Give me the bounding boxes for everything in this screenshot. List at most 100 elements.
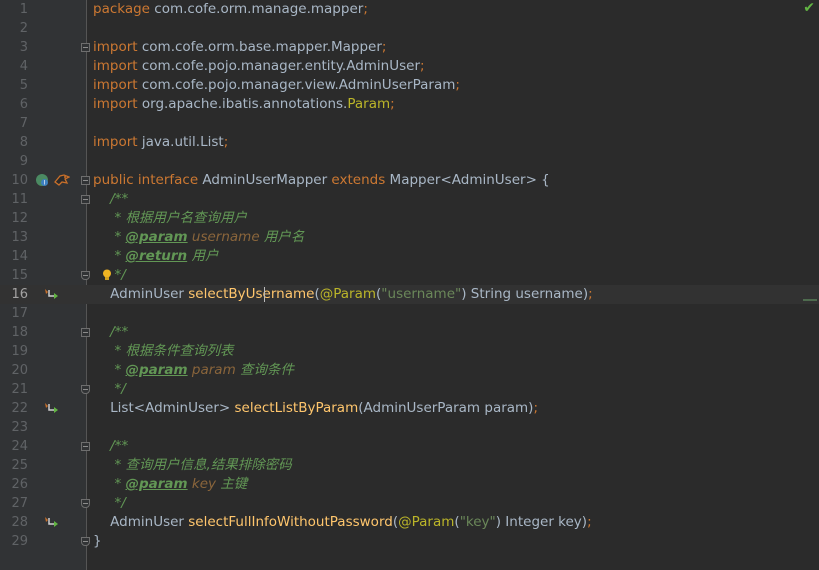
code-text[interactable]: /** <box>93 437 128 456</box>
code-editor[interactable]: 1 package com.cofe.orm.manage.mapper; 2 3 im… <box>0 0 819 570</box>
line-number[interactable]: 28 <box>0 513 28 532</box>
line-number[interactable]: 17 <box>0 304 28 323</box>
code-line[interactable]: 20 * @param param 查询条件 <box>0 361 819 380</box>
code-token: key <box>187 476 217 492</box>
code-line[interactable]: 4 import com.cofe.pojo.manager.entity.Adm… <box>0 57 819 76</box>
line-number[interactable]: 6 <box>0 95 28 114</box>
code-line[interactable]: 1 package com.cofe.orm.manage.mapper; <box>0 0 819 19</box>
code-token: /** <box>93 324 129 340</box>
code-text[interactable]: import com.cofe.pojo.manager.view.AdminU… <box>93 76 460 95</box>
code-token: import <box>93 96 138 112</box>
fold-end-marker[interactable] <box>81 271 90 280</box>
line-number[interactable]: 8 <box>0 133 28 152</box>
code-text[interactable]: * 根据用户名查询用户 <box>93 209 247 228</box>
code-line[interactable]: 18 /** <box>0 323 819 342</box>
check-icon[interactable]: ✔ <box>803 0 815 16</box>
code-text[interactable]: import com.cofe.pojo.manager.entity.Admi… <box>93 57 425 76</box>
line-number[interactable]: 16 <box>0 285 28 304</box>
code-text[interactable]: /** <box>93 323 128 342</box>
line-number[interactable]: 11 <box>0 190 28 209</box>
line-number[interactable]: 22 <box>0 399 28 418</box>
line-number[interactable]: 23 <box>0 418 28 437</box>
fold-marker[interactable] <box>81 43 90 52</box>
line-number[interactable]: 19 <box>0 342 28 361</box>
fold-marker[interactable] <box>81 328 90 337</box>
code-line[interactable]: 8 import java.util.List; <box>0 133 819 152</box>
code-text[interactable]: */ <box>93 380 125 399</box>
code-line[interactable]: 3 import com.cofe.orm.base.mapper.Mapper; <box>0 38 819 57</box>
code-line[interactable]: 9 <box>0 152 819 171</box>
code-line[interactable]: 11 /** <box>0 190 819 209</box>
line-number[interactable]: 1 <box>0 0 28 19</box>
code-line[interactable]: 14 * @return 用户 <box>0 247 819 266</box>
code-line[interactable]: 12 * 根据用户名查询用户 <box>0 209 819 228</box>
code-text[interactable]: AdminUser selectFullInfoWithoutPassword(… <box>93 513 592 532</box>
line-number[interactable]: 20 <box>0 361 28 380</box>
code-text[interactable]: * @return 用户 <box>93 247 218 266</box>
code-token: ; <box>587 514 592 530</box>
code-line[interactable]: 26 * @param key 主键 <box>0 475 819 494</box>
code-text[interactable]: * @param param 查询条件 <box>93 361 294 380</box>
code-text[interactable]: * 查询用户信息,结果排除密码 <box>93 456 291 475</box>
scrollbar-marker[interactable] <box>803 299 817 301</box>
code-text[interactable]: AdminUser selectByUsername(@Param("usern… <box>93 285 593 304</box>
code-line[interactable]: 17 <box>0 304 819 323</box>
code-text[interactable]: /** <box>93 190 128 209</box>
line-number[interactable]: 29 <box>0 532 28 551</box>
line-number[interactable]: 15 <box>0 266 28 285</box>
line-number[interactable]: 2 <box>0 19 28 38</box>
code-line[interactable]: 22 List<AdminUser> selectListByParam(Adm… <box>0 399 819 418</box>
line-number[interactable]: 10 <box>0 171 28 190</box>
code-line[interactable]: 21 */ <box>0 380 819 399</box>
fold-marker[interactable] <box>81 442 90 451</box>
code-line[interactable]: 10 public interface AdminUserMapper exten… <box>0 171 819 190</box>
code-token: */ <box>93 495 126 511</box>
code-line[interactable]: 7 <box>0 114 819 133</box>
code-line[interactable]: 19 * 根据条件查询列表 <box>0 342 819 361</box>
code-text[interactable]: * @param username 用户名 <box>93 228 304 247</box>
code-line[interactable]: 16 AdminUser selectByUsername(@Param("us… <box>0 285 819 304</box>
line-number[interactable]: 26 <box>0 475 28 494</box>
line-number[interactable]: 3 <box>0 38 28 57</box>
code-text[interactable]: import org.apache.ibatis.annotations.Par… <box>93 95 395 114</box>
line-number[interactable]: 12 <box>0 209 28 228</box>
line-number[interactable]: 4 <box>0 57 28 76</box>
fold-marker[interactable] <box>81 176 90 185</box>
code-text[interactable]: List<AdminUser> selectListByParam(AdminU… <box>93 399 538 418</box>
code-line[interactable]: 2 <box>0 19 819 38</box>
line-number[interactable]: 5 <box>0 76 28 95</box>
fold-end-marker[interactable] <box>81 537 90 546</box>
code-line[interactable]: 29} <box>0 532 819 551</box>
code-line[interactable]: 13 * @param username 用户名 <box>0 228 819 247</box>
code-token: @Param <box>319 286 377 302</box>
code-line[interactable]: 27 */ <box>0 494 819 513</box>
code-text[interactable]: import com.cofe.orm.base.mapper.Mapper; <box>93 38 386 57</box>
fold-marker[interactable] <box>81 195 90 204</box>
fold-end-marker[interactable] <box>81 385 90 394</box>
line-number[interactable]: 18 <box>0 323 28 342</box>
line-number[interactable]: 7 <box>0 114 28 133</box>
line-number[interactable]: 25 <box>0 456 28 475</box>
line-number[interactable]: 24 <box>0 437 28 456</box>
code-line[interactable]: 5 import com.cofe.pojo.manager.view.Admin… <box>0 76 819 95</box>
code-line[interactable]: 28 AdminUser selectFullInfoWithoutPasswo… <box>0 513 819 532</box>
code-text[interactable]: import java.util.List; <box>93 133 228 152</box>
fold-end-marker[interactable] <box>81 499 90 508</box>
line-number[interactable]: 21 <box>0 380 28 399</box>
code-line[interactable]: 6 import org.apache.ibatis.annotations.Pa… <box>0 95 819 114</box>
code-text[interactable]: package com.cofe.orm.manage.mapper; <box>93 0 368 19</box>
line-number[interactable]: 14 <box>0 247 28 266</box>
code-token: List<AdminUser> <box>93 400 235 416</box>
code-text[interactable]: * 根据条件查询列表 <box>93 342 233 361</box>
code-text[interactable]: } <box>93 532 102 551</box>
code-line[interactable]: 24 /** <box>0 437 819 456</box>
line-number[interactable]: 13 <box>0 228 28 247</box>
code-text[interactable]: */ <box>93 494 126 513</box>
line-number[interactable]: 9 <box>0 152 28 171</box>
line-number[interactable]: 27 <box>0 494 28 513</box>
code-line[interactable]: 15 */ <box>0 266 819 285</box>
code-text[interactable]: * @param key 主键 <box>93 475 247 494</box>
code-line[interactable]: 25 * 查询用户信息,结果排除密码 <box>0 456 819 475</box>
code-text[interactable]: public interface AdminUserMapper extends… <box>93 171 550 190</box>
code-line[interactable]: 23 <box>0 418 819 437</box>
